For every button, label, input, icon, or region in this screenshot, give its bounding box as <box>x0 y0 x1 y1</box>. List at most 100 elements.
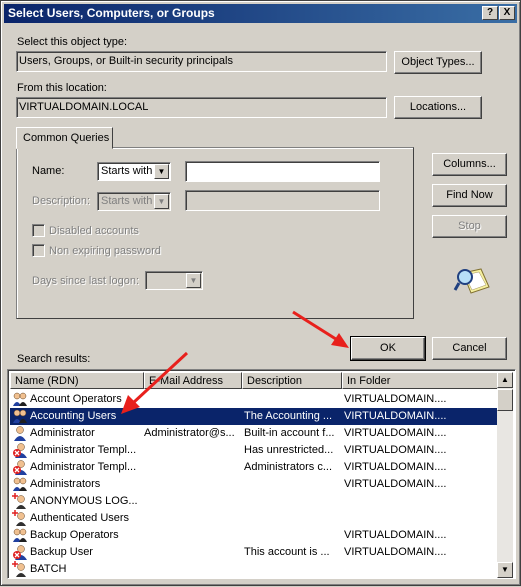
scroll-down-icon[interactable]: ▼ <box>497 562 513 578</box>
group-icon <box>13 477 27 491</box>
stop-button-label: Stop <box>458 220 481 232</box>
table-row[interactable]: Authenticated Users <box>10 510 501 527</box>
description-mode-select: Starts with ▼ <box>97 192 171 211</box>
name-mode-value: Starts with <box>101 165 153 177</box>
column-header-folder[interactable]: In Folder <box>342 372 501 389</box>
cell-name: Backup User <box>30 546 93 558</box>
column-header-description[interactable]: Description <box>242 372 342 389</box>
name-mode-select[interactable]: Starts with ▼ <box>97 162 171 181</box>
cell-name: Administrator <box>30 427 95 439</box>
cell-name: Authenticated Users <box>30 512 130 524</box>
search-icon <box>453 268 490 294</box>
cell-name: ANONYMOUS LOG... <box>30 495 138 507</box>
table-row[interactable]: Accounting Users The Accounting ... VIRTUA… <box>10 408 501 425</box>
column-header-name[interactable]: Name (RDN) <box>10 372 144 389</box>
cell-name: BATCH <box>30 563 67 575</box>
location-field: VIRTUALDOMAIN.LOCAL <box>16 97 387 118</box>
locations-button[interactable]: Locations... <box>394 96 482 119</box>
table-row[interactable]: Backup Operators VIRTUALDOMAIN.... <box>10 527 501 544</box>
chevron-down-icon: ▼ <box>154 164 169 179</box>
stop-button: Stop <box>432 215 507 238</box>
object-types-button-label: Object Types... <box>401 56 475 68</box>
cell-description: Has unrestricted... <box>244 444 334 456</box>
principal-icon <box>12 493 26 509</box>
table-row[interactable]: Account Operators VIRTUALDOMAIN.... <box>10 391 501 408</box>
cancel-button[interactable]: Cancel <box>432 337 507 360</box>
cell-folder: VIRTUALDOMAIN.... <box>344 546 447 558</box>
columns-button[interactable]: Columns... <box>432 153 507 176</box>
cell-name: Administrators <box>30 478 101 490</box>
disabled-user-icon <box>13 545 27 560</box>
search-results-list[interactable]: Name (RDN) E-Mail Address Description In… <box>7 369 516 579</box>
object-type-label: Select this object type: <box>17 36 128 48</box>
group-icon <box>12 578 28 579</box>
location-label: From this location: <box>17 82 107 94</box>
cell-name: Administrator Templ... <box>30 461 137 473</box>
find-now-button-label: Find Now <box>446 189 493 201</box>
description-mode-value: Starts with <box>101 195 153 207</box>
table-row[interactable]: BATCH <box>10 561 501 578</box>
user-icon <box>14 426 26 441</box>
disabled-accounts-checkbox <box>32 224 45 237</box>
group-icon <box>13 409 27 423</box>
chevron-down-icon: ▼ <box>154 194 169 209</box>
scroll-thumb[interactable] <box>497 389 513 411</box>
vertical-scrollbar[interactable]: ▲ ▼ <box>497 372 513 578</box>
close-button[interactable]: X <box>499 6 515 20</box>
table-row[interactable]: Backup User This account is ... VIRTUALDOM… <box>10 544 501 561</box>
help-button[interactable]: ? <box>482 6 498 20</box>
cell-description: The Accounting ... <box>244 410 333 422</box>
days-since-logon-select: ▼ <box>145 271 203 290</box>
principal-icon <box>12 510 26 526</box>
select-users-dialog: Select Users, Computers, or Groups ? X S… <box>0 0 521 586</box>
cell-folder: VIRTUALDOMAIN.... <box>344 478 447 490</box>
cell-name: Administrator Templ... <box>30 444 137 456</box>
title-bar: Select Users, Computers, or Groups ? X <box>4 4 517 23</box>
cell-description: Built-in account f... <box>244 427 335 439</box>
table-row[interactable]: Administrator Templ... Administrators c..… <box>10 459 501 476</box>
tab-common-queries[interactable]: Common Queries <box>16 127 113 149</box>
group-icon <box>13 528 27 542</box>
description-label: Description: <box>32 195 91 207</box>
table-row[interactable]: ANONYMOUS LOG... <box>10 493 501 510</box>
object-type-field: Users, Groups, or Built-in security prin… <box>16 51 387 72</box>
non-expiring-password-checkbox <box>32 244 45 257</box>
table-row[interactable]: Administrator Templ... Has unrestricted..… <box>10 442 501 459</box>
disabled-accounts-label: Disabled accounts <box>49 225 139 237</box>
cancel-button-label: Cancel <box>452 342 487 354</box>
cell-folder: VIRTUALDOMAIN.... <box>344 461 447 473</box>
find-now-button[interactable]: Find Now <box>432 184 507 207</box>
ok-button[interactable]: OK <box>350 336 426 361</box>
chevron-down-icon: ▼ <box>186 273 201 288</box>
cell-name: Backup Operators <box>30 529 119 541</box>
name-label: Name: <box>32 165 65 177</box>
description-input <box>185 190 380 211</box>
principal-icon <box>12 561 26 577</box>
cell-folder: VIRTUALDOMAIN.... <box>344 410 447 422</box>
cell-email: Administrator@s... <box>144 427 235 439</box>
cell-folder: VIRTUALDOMAIN.... <box>344 427 447 439</box>
group-icon <box>13 392 27 406</box>
days-since-logon-label: Days since last logon: <box>32 275 139 287</box>
non-expiring-password-label: Non expiring password <box>49 245 161 257</box>
disabled-user-icon <box>13 443 27 458</box>
column-header-email[interactable]: E-Mail Address <box>144 372 242 389</box>
cell-name: Account Operators <box>30 393 122 405</box>
locations-button-label: Locations... <box>409 101 467 113</box>
table-row[interactable]: Cert PublishersMembers of this ...VIRTUA… <box>10 578 501 579</box>
scroll-up-icon[interactable]: ▲ <box>497 372 513 388</box>
cell-folder: VIRTUALDOMAIN.... <box>344 529 447 541</box>
disabled-user-icon <box>13 460 27 475</box>
cell-folder: VIRTUALDOMAIN.... <box>344 444 447 456</box>
table-row[interactable]: Administrators VIRTUALDOMAIN.... <box>10 476 501 493</box>
dialog-title: Select Users, Computers, or Groups <box>8 6 215 20</box>
table-row[interactable]: Administrator Administrator@s... Built-in … <box>10 425 501 442</box>
name-input[interactable] <box>185 161 380 182</box>
cell-name: Accounting Users <box>30 410 117 422</box>
search-results-label: Search results: <box>17 353 91 365</box>
cell-folder: VIRTUALDOMAIN.... <box>344 393 447 405</box>
cell-description: This account is ... <box>244 546 330 558</box>
object-types-button[interactable]: Object Types... <box>394 51 482 74</box>
ok-button-label: OK <box>380 342 396 354</box>
columns-button-label: Columns... <box>443 158 496 170</box>
